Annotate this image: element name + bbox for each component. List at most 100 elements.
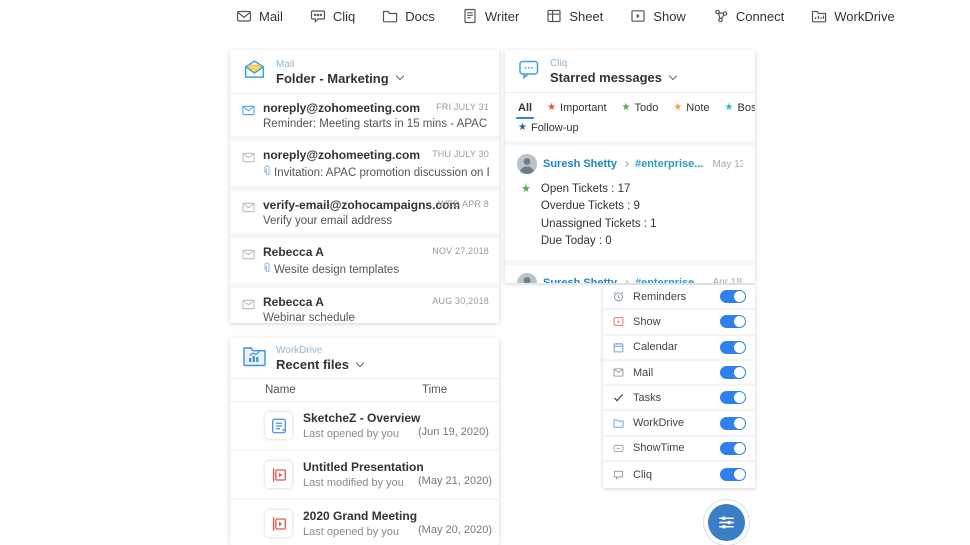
toggle-row-showtime: ShowTime	[603, 437, 755, 462]
nav-label: WorkDrive	[834, 9, 894, 24]
workdrive-folder-chart-icon	[242, 345, 267, 372]
message-time: May 13,08:12 ...	[712, 159, 743, 170]
cliq-widget-header: Cliq Starred messages	[505, 50, 755, 93]
nav-item-cliq[interactable]: Cliq	[310, 8, 355, 24]
nav-label: Mail	[259, 9, 283, 24]
email-sender: Rebecca A	[263, 295, 355, 309]
showtime-icon	[612, 444, 625, 453]
tab-all[interactable]: All	[518, 102, 532, 122]
nav-item-show[interactable]: Show	[630, 8, 686, 24]
file-row[interactable]: SketcheZ - Overview Last opened by you (…	[230, 402, 499, 451]
cliq-toggle[interactable]	[720, 468, 746, 481]
mail-icon	[236, 8, 252, 24]
envelope-icon	[242, 247, 255, 277]
star-icon: ★	[547, 103, 556, 113]
mail-widget: Mail Folder - Marketing noreply@zohomeet…	[230, 50, 499, 323]
nav-item-writer[interactable]: Writer	[462, 8, 519, 24]
tasks-icon	[612, 393, 625, 402]
nav-item-docs[interactable]: Docs	[382, 8, 435, 24]
email-subject: Invitation: APAC promotion discussion on…	[274, 167, 489, 179]
toggle-row-show: Show	[603, 310, 755, 335]
mail-icon	[612, 368, 625, 377]
email-date: AUG 30,2018	[432, 296, 489, 306]
mail-widget-header: Mail Folder - Marketing	[230, 50, 499, 94]
writer-document-icon	[265, 412, 292, 439]
envelope-icon	[242, 297, 255, 323]
message-author[interactable]: Suresh Shetty	[543, 158, 617, 170]
file-time: (May 21, 2020)	[418, 475, 492, 487]
file-row[interactable]: Untitled Presentation Last modified by y…	[230, 451, 499, 500]
email-row[interactable]: noreply@zohomeeting.com Invitation: APAC…	[230, 141, 499, 191]
nav-item-connect[interactable]: Connect	[713, 8, 784, 24]
email-row[interactable]: Rebecca A Webinar schedule AUG 30,2018	[230, 288, 499, 323]
tab-note[interactable]: ★Note	[673, 102, 709, 122]
star-icon[interactable]: ★	[521, 181, 531, 251]
toggle-row-cliq: Cliq	[603, 462, 755, 487]
message-channel[interactable]: #enterprise...	[635, 277, 703, 283]
file-row[interactable]: 2020 Grand Meeting Last opened by you (M…	[230, 500, 499, 545]
workdrive-toggle[interactable]	[720, 417, 746, 430]
show-presentation-icon	[265, 461, 292, 488]
cliq-filter-tabs: All ★Important ★Todo ★Note ★Boss ★Follow…	[505, 93, 755, 146]
nav-label: Sheet	[569, 9, 603, 24]
tab-boss[interactable]: ★Boss	[725, 102, 755, 122]
calendar-toggle[interactable]	[720, 341, 746, 354]
tasks-toggle[interactable]	[720, 391, 746, 404]
chevron-down-icon	[395, 72, 403, 80]
file-name: Untitled Presentation	[303, 460, 424, 474]
nav-item-mail[interactable]: Mail	[236, 8, 283, 24]
document-icon	[462, 8, 478, 24]
mail-folder-dropdown[interactable]: Folder - Marketing	[276, 71, 403, 86]
email-date: THU JULY 30	[432, 149, 489, 159]
starred-message[interactable]: Suresh Shetty #enterprise... May 13,08:1…	[505, 146, 755, 265]
message-author[interactable]: Suresh Shetty	[543, 277, 617, 283]
email-subject: Verify your email address	[263, 215, 392, 227]
tab-todo[interactable]: ★Todo	[622, 102, 659, 122]
mail-app-label: Mail	[276, 59, 403, 71]
avatar	[517, 154, 537, 174]
workdrive-widget: WorkDrive Recent files Name Time Sketche…	[230, 338, 499, 545]
drive-icon	[811, 8, 827, 24]
email-row[interactable]: verify-email@zohocampaigns.com Verify yo…	[230, 191, 499, 238]
toggle-row-workdrive: WorkDrive	[603, 411, 755, 436]
file-table-header: Name Time	[230, 379, 499, 402]
nav-label: Docs	[405, 9, 435, 24]
workdrive-view-dropdown[interactable]: Recent files	[276, 357, 363, 372]
nav-label: Show	[653, 9, 686, 24]
email-row[interactable]: noreply@zohomeeting.com Reminder: Meetin…	[230, 94, 499, 141]
email-sender: Rebecca A	[263, 245, 399, 259]
tab-follow-up[interactable]: ★Follow-up	[518, 122, 579, 134]
file-meta: Last opened by you	[303, 526, 417, 538]
message-channel[interactable]: #enterprise...	[635, 158, 703, 170]
reminders-toggle[interactable]	[720, 290, 746, 303]
column-header-time: Time	[422, 384, 447, 396]
toggle-row-calendar: Calendar	[603, 336, 755, 361]
nav-item-workdrive[interactable]: WorkDrive	[811, 8, 894, 24]
starred-message[interactable]: Suresh Shetty #enterprise... Apr 18,05:1…	[505, 265, 755, 283]
cliq-view-dropdown[interactable]: Starred messages	[550, 70, 676, 85]
customize-widgets-button[interactable]	[703, 499, 750, 545]
envelope-icon	[242, 150, 255, 180]
message-text: Open Tickets : 17 Overdue Tickets : 9 Un…	[541, 181, 657, 251]
email-date: WED APR 8	[438, 199, 489, 209]
calendar-icon	[612, 342, 625, 353]
file-name: 2020 Grand Meeting	[303, 509, 417, 523]
mail-toggle[interactable]	[720, 366, 746, 379]
email-subject: Wesite design templates	[274, 264, 399, 276]
cliq-widget: Cliq Starred messages All ★Important ★To…	[505, 50, 755, 283]
email-row[interactable]: Rebecca A Wesite design templates NOV 27…	[230, 238, 499, 288]
spreadsheet-icon	[546, 8, 562, 24]
showtime-toggle[interactable]	[720, 442, 746, 455]
tab-important[interactable]: ★Important	[547, 102, 606, 122]
file-meta: Last modified by you	[303, 477, 424, 489]
file-time: (May 20, 2020)	[418, 524, 492, 536]
nav-label: Cliq	[333, 9, 355, 24]
attachment-icon	[263, 262, 271, 277]
workdrive-app-label: WorkDrive	[276, 345, 363, 357]
star-icon: ★	[725, 103, 734, 113]
star-icon: ★	[673, 103, 682, 113]
workdrive-widget-header: WorkDrive Recent files	[230, 338, 499, 379]
email-date: NOV 27,2018	[432, 246, 489, 256]
nav-item-sheet[interactable]: Sheet	[546, 8, 603, 24]
show-toggle[interactable]	[720, 315, 746, 328]
